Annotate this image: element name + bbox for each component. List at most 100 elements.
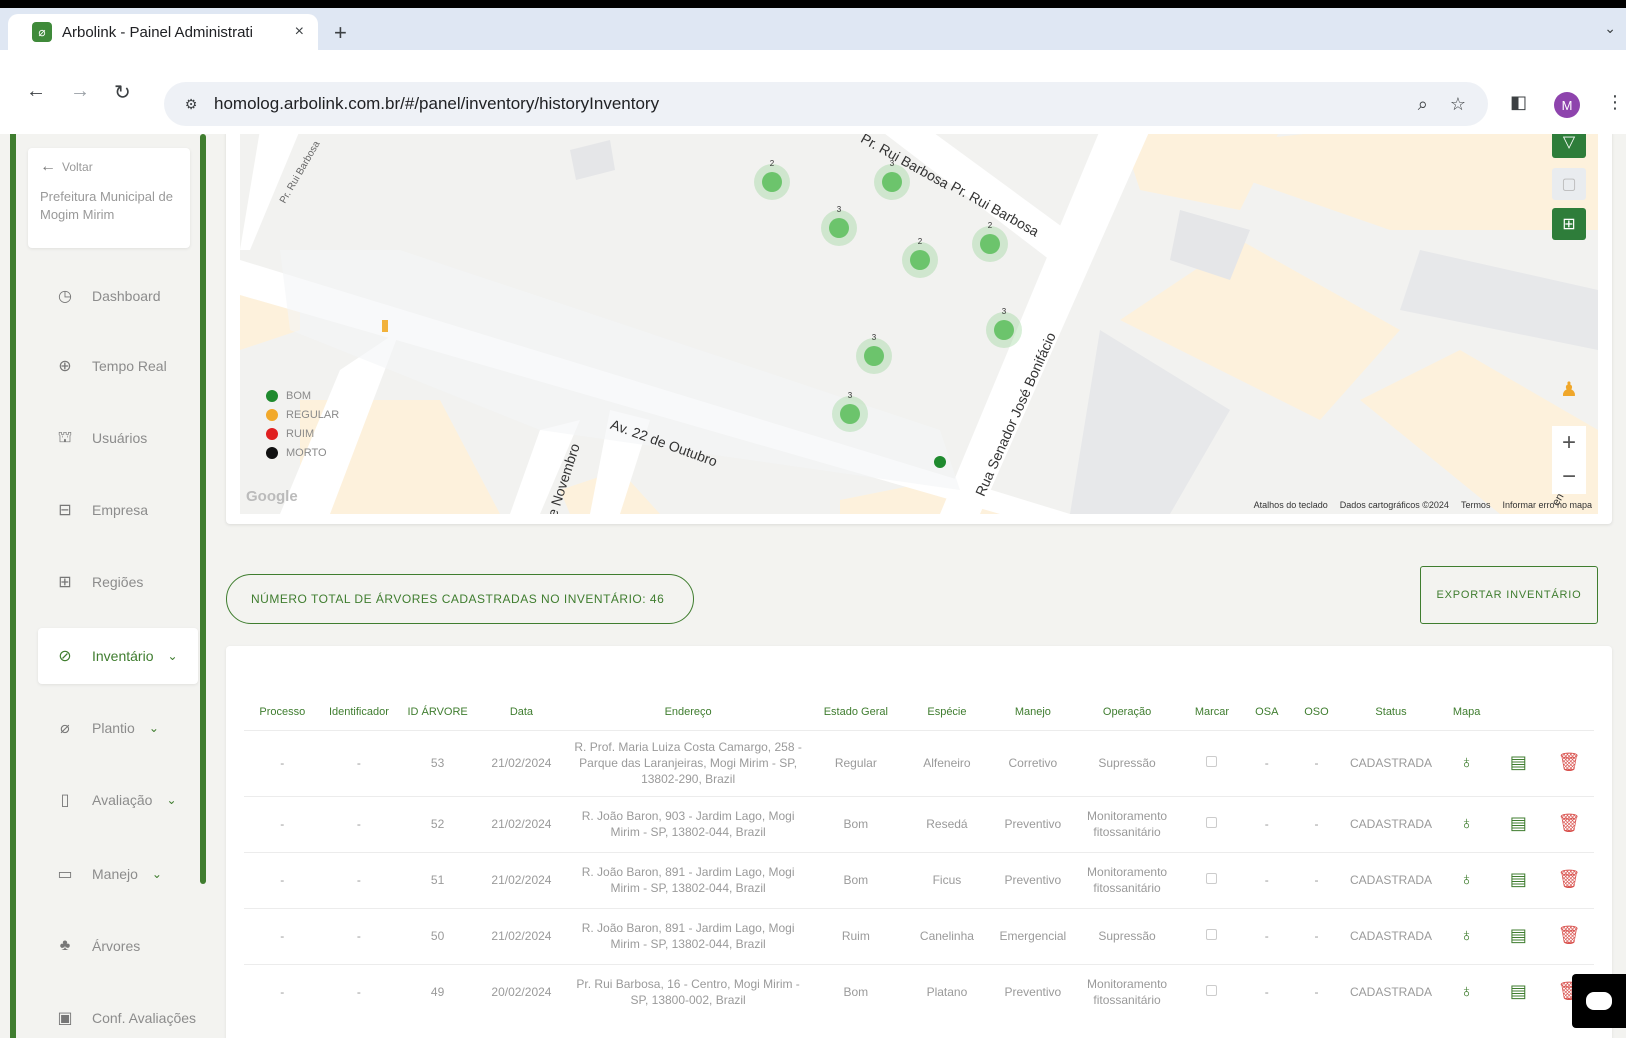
mark-checkbox[interactable] (1206, 929, 1218, 940)
browser-tab[interactable]: ⌀ Arbolink - Painel Administrati × (8, 14, 318, 50)
chevron-down-icon[interactable]: ⌄ (149, 721, 159, 735)
document-icon[interactable]: ▤ (1510, 753, 1527, 771)
cluster-marker[interactable]: 3 (986, 307, 1022, 348)
sidebar-item-regioes[interactable]: ⊞ Regiões (38, 554, 198, 610)
address-bar[interactable]: ⚙ homolog.arbolink.com.br/#/panel/invent… (164, 82, 1488, 126)
cluster-marker[interactable]: 3 (856, 333, 892, 374)
cell-endereco: Pr. Rui Barbosa, 16 - Centro, Mogi Mirim… (564, 963, 812, 1020)
pegman-icon[interactable]: ♟ (1554, 372, 1584, 406)
column-header[interactable]: Manejo (994, 694, 1073, 730)
document-icon[interactable]: ▤ (1510, 814, 1527, 832)
sidebar-item-tempo-real[interactable]: ⊕ Tempo Real (38, 338, 198, 394)
column-header[interactable]: Operação (1072, 694, 1182, 730)
map-attribution: Atalhos do teclado Dados cartográficos ©… (1254, 500, 1592, 510)
tree-marker[interactable] (934, 456, 946, 468)
trash-icon[interactable]: 🗑 (1558, 753, 1581, 771)
layers-icon[interactable]: ▢ (1552, 168, 1586, 200)
zoom-in-button[interactable]: + (1552, 426, 1586, 460)
sidebar-item-dashboard[interactable]: ◷ Dashboard (38, 268, 198, 324)
map-pin-icon[interactable]: ♁ (1460, 870, 1474, 888)
trash-icon[interactable]: 🗑 (1558, 814, 1581, 832)
kebab-menu-icon[interactable]: ⋮ (1606, 92, 1624, 113)
sidebar-item-manejo[interactable]: ▭ Manejo ⌄ (38, 846, 198, 902)
browser-tab-strip: ⌀ Arbolink - Painel Administrati × + ⌄ (0, 8, 1626, 50)
map-canvas[interactable]: 2 3 3 2 2 3 3 3 Pr. Rui Barbosa Pr. Rui … (240, 134, 1598, 514)
cell-operacao: Monitoramento fitossanitário (1072, 795, 1182, 852)
sidebar-item-plantio[interactable]: ⌀ Plantio ⌄ (38, 700, 198, 756)
cluster-marker[interactable]: 2 (754, 159, 790, 200)
column-header[interactable]: ID ÁRVORE (397, 694, 478, 730)
cell-oso: - (1291, 963, 1342, 1020)
sidebar-scrollbar[interactable] (200, 134, 206, 884)
back-link[interactable]: ← Voltar (40, 158, 178, 176)
trash-icon[interactable]: 🗑 (1558, 870, 1581, 888)
column-header[interactable]: Data (478, 694, 565, 730)
column-header[interactable]: Espécie (900, 694, 993, 730)
cell-operacao: Supressão (1072, 729, 1182, 796)
filter-icon[interactable]: ▽ (1552, 134, 1586, 158)
sidebar-item-inventario[interactable]: ⊘ Inventário ⌄ (38, 628, 198, 684)
sidebar-item-label: Regiões (92, 574, 144, 590)
cell-operacao: Supressão (1072, 907, 1182, 964)
terms-link[interactable]: Termos (1461, 500, 1491, 510)
cluster-marker[interactable]: 2 (902, 237, 938, 278)
site-settings-icon[interactable]: ⚙ (174, 96, 208, 113)
keyboard-shortcuts-link[interactable]: Atalhos do teclado (1254, 500, 1328, 510)
document-icon[interactable]: ▤ (1510, 926, 1527, 944)
mark-checkbox[interactable] (1206, 756, 1218, 767)
map-pin-icon[interactable]: ♁ (1460, 814, 1474, 832)
column-header[interactable]: Mapa (1441, 694, 1493, 730)
cell-data: 21/02/2024 (477, 795, 565, 852)
map-pin-icon[interactable]: ♁ (1460, 926, 1474, 944)
mark-checkbox[interactable] (1206, 985, 1218, 997)
leaf-favicon-icon: ⌀ (32, 22, 52, 42)
cluster-marker[interactable]: 2 (972, 221, 1008, 262)
new-tab-button[interactable]: + (334, 20, 347, 46)
sidebar-item-label: Avaliação (92, 792, 153, 808)
trash-icon[interactable]: 🗑 (1558, 926, 1581, 944)
mark-checkbox[interactable] (1206, 817, 1218, 828)
cluster-marker[interactable]: 3 (832, 391, 868, 432)
back-arrow-icon[interactable]: ← (26, 80, 46, 103)
export-inventory-button[interactable]: EXPORTAR INVENTÁRIO (1420, 566, 1598, 624)
tab-close-icon[interactable]: × (295, 23, 304, 41)
column-header[interactable]: Endereço (565, 694, 811, 730)
chevron-down-icon[interactable]: ⌄ (167, 649, 177, 663)
sidebar-item-avaliacao[interactable]: ▯ Avaliação ⌄ (38, 772, 198, 828)
cell-status: CADASTRADA (1341, 851, 1441, 908)
mark-checkbox[interactable] (1206, 873, 1218, 884)
grid-icon[interactable]: ⊞ (1552, 208, 1586, 240)
chevron-down-icon[interactable]: ⌄ (152, 867, 162, 881)
column-header[interactable]: Processo (244, 694, 321, 730)
document-icon[interactable]: ▤ (1510, 982, 1527, 1000)
cell-doc: ▤ (1492, 795, 1545, 852)
cell-mapa: ♁ (1440, 963, 1493, 1020)
document-icon[interactable]: ▤ (1510, 870, 1527, 888)
cluster-marker[interactable]: 3 (821, 205, 857, 246)
cell-manejo: Corretivo (993, 729, 1073, 796)
column-header[interactable]: Estado Geral (811, 694, 900, 730)
profile-avatar[interactable]: M (1554, 92, 1580, 118)
chat-button[interactable] (1572, 974, 1626, 1028)
chevron-down-icon[interactable]: ⌄ (166, 793, 176, 807)
column-header[interactable]: Marcar (1182, 694, 1242, 730)
sidebar-item-conf-avaliacoes[interactable]: ▣ Conf. Avaliações (38, 990, 198, 1038)
map-pin-icon[interactable]: ♁ (1460, 753, 1474, 771)
bookmark-star-icon[interactable]: ☆ (1450, 94, 1466, 115)
sidebar-item-empresa[interactable]: ⊟ Empresa (38, 482, 198, 538)
column-header[interactable]: OSA (1242, 694, 1292, 730)
column-header[interactable]: Status (1341, 694, 1440, 730)
tab-search-chevron-icon[interactable]: ⌄ (1604, 20, 1616, 37)
map-pin-icon[interactable]: ♁ (1460, 982, 1474, 1000)
sidebar-item-arvores[interactable]: ♣ Árvores (38, 918, 198, 974)
zoom-out-button[interactable]: − (1552, 460, 1586, 494)
url-text[interactable]: homolog.arbolink.com.br/#/panel/inventor… (214, 94, 1418, 114)
forward-arrow-icon[interactable]: → (70, 80, 90, 103)
sidebar-item-usuarios[interactable]: ⛫ Usuários (38, 410, 198, 466)
side-panel-icon[interactable]: ◧ (1510, 92, 1527, 113)
column-header[interactable]: Identificador (321, 694, 398, 730)
report-error-link[interactable]: Informar erro no mapa (1502, 500, 1592, 510)
column-header[interactable]: OSO (1292, 694, 1342, 730)
reload-icon[interactable]: ↻ (114, 80, 131, 105)
zoom-magnifier-icon[interactable]: ⌕ (1418, 94, 1428, 115)
